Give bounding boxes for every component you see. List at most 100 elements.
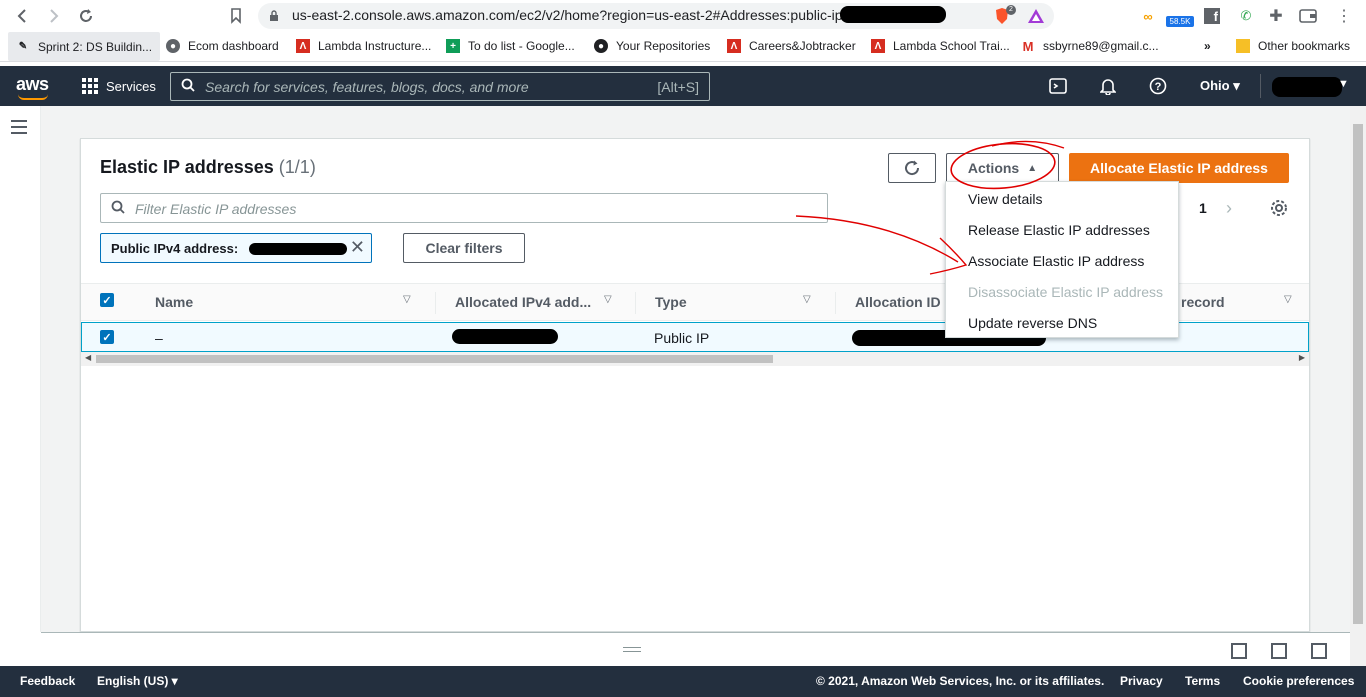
bookmark-sprint2[interactable]: ✎ Sprint 2: DS Buildin... — [8, 32, 161, 61]
bookmark-repositories[interactable]: ● Your Repositories — [594, 39, 710, 53]
ip-redaction — [452, 329, 558, 344]
close-icon[interactable]: ✕ — [350, 237, 365, 258]
item-count: (1/1) — [278, 157, 316, 177]
bookmark-careers[interactable]: Λ Careers&Jobtracker — [727, 39, 856, 53]
token-redaction — [249, 243, 347, 255]
column-name[interactable]: Name — [155, 294, 193, 310]
menu-item-associate[interactable]: Associate Elastic IP address — [968, 253, 1144, 269]
bookmark-lambda-school[interactable]: Λ Lambda School Trai... — [871, 39, 1010, 53]
token-label: Public IPv4 address: — [111, 241, 239, 256]
aws-smile-icon — [18, 94, 48, 100]
hamburger-menu-icon[interactable] — [11, 120, 27, 138]
lambda-icon: Λ — [296, 39, 310, 53]
split-panel-bar — [41, 632, 1350, 666]
select-all-checkbox[interactable]: ✓ — [100, 293, 114, 307]
infinity-ext-icon[interactable]: ∞ — [1138, 6, 1158, 26]
bookmark-gmail[interactable]: Mssbyrne89@gmail.c... — [1021, 38, 1159, 54]
column-reverse-dns-record[interactable]: record — [1181, 294, 1225, 310]
footer: Feedback English (US) ▾ © 2021, Amazon W… — [0, 666, 1366, 697]
lambda-icon: Λ — [727, 39, 741, 53]
search-icon — [111, 200, 125, 214]
more-bookmarks-icon[interactable]: » — [1204, 39, 1211, 53]
puzzle-icon[interactable]: ✚ — [1266, 6, 1286, 26]
clear-filters-button[interactable]: Clear filters — [403, 233, 525, 263]
back-icon[interactable] — [12, 6, 32, 26]
bookmark-lambda-instructure[interactable]: Λ Lambda Instructure... — [296, 39, 431, 53]
nav-divider — [1260, 74, 1261, 98]
filter-placeholder: Filter Elastic IP addresses — [135, 201, 297, 217]
forward-icon[interactable] — [44, 6, 64, 26]
help-icon[interactable]: ? — [1148, 76, 1168, 96]
column-allocation-id[interactable]: Allocation ID — [855, 294, 941, 310]
scroll-thumb[interactable] — [1353, 124, 1363, 624]
feedback-link[interactable]: Feedback — [20, 674, 75, 688]
allocate-elastic-ip-button[interactable]: Allocate Elastic IP address — [1069, 153, 1289, 183]
brave-rewards-icon[interactable] — [1026, 6, 1046, 26]
reload-icon[interactable] — [76, 6, 96, 26]
actions-button[interactable]: Actions ▲ — [946, 153, 1059, 183]
bookmarks-bar: ✎ Sprint 2: DS Buildin... ● Ecom dashboard… — [0, 32, 1366, 62]
sort-icon[interactable]: ▽ — [604, 294, 612, 305]
kebab-menu-icon[interactable]: ⋮ — [1334, 6, 1354, 26]
url-text: us-east-2.console.aws.amazon.com/ec2/v2/… — [292, 7, 851, 23]
search-icon — [181, 78, 195, 92]
menu-item-release[interactable]: Release Elastic IP addresses — [968, 222, 1150, 238]
sort-icon[interactable]: ▽ — [403, 294, 411, 305]
column-type[interactable]: Type — [655, 294, 687, 310]
drag-handle-icon[interactable] — [623, 647, 641, 655]
cookie-preferences-link[interactable]: Cookie preferences — [1243, 674, 1354, 688]
panel-bottom-icon[interactable] — [1231, 643, 1247, 659]
column-allocated-ipv4[interactable]: Allocated IPv4 add... — [455, 294, 591, 310]
services-menu[interactable]: Services — [82, 78, 156, 94]
refresh-button[interactable] — [888, 153, 936, 183]
brave-badge: 2 — [1006, 5, 1016, 15]
aws-search-input[interactable]: Search for services, features, blogs, do… — [170, 72, 710, 101]
phone-icon[interactable]: ✆ — [1236, 6, 1256, 26]
lock-icon — [264, 6, 284, 26]
lambda-icon: Λ — [871, 39, 885, 53]
gmail-icon: M — [1022, 38, 1034, 54]
globe-icon: ● — [166, 39, 180, 53]
terms-link[interactable]: Terms — [1185, 674, 1220, 688]
aws-top-nav: aws Services Search for services, featur… — [0, 66, 1366, 106]
bookmark-todo[interactable]: + To do list - Google... — [446, 39, 575, 53]
panel-side-icon[interactable] — [1271, 643, 1287, 659]
account-chevron-icon[interactable]: ▼ — [1338, 78, 1349, 90]
row-checkbox[interactable]: ✓ — [100, 330, 114, 344]
vertical-scrollbar[interactable] — [1350, 106, 1366, 666]
github-icon: ● — [594, 39, 608, 53]
copyright-text: © 2021, Amazon Web Services, Inc. or its… — [816, 674, 1105, 688]
bell-icon[interactable] — [1098, 76, 1118, 96]
page-number[interactable]: 1 — [1199, 200, 1207, 216]
scroll-thumb[interactable] — [96, 355, 773, 363]
region-selector[interactable]: Ohio ▾ — [1200, 78, 1240, 94]
search-shortcut: [Alt+S] — [657, 79, 699, 95]
language-selector[interactable]: English (US) ▾ — [97, 674, 178, 688]
facebook-icon[interactable]: f — [1202, 6, 1222, 26]
wallet-icon[interactable] — [1298, 6, 1318, 26]
settings-gear-icon[interactable] — [1270, 199, 1288, 217]
bookmark-icon[interactable] — [226, 6, 246, 26]
filter-input[interactable]: Filter Elastic IP addresses — [100, 193, 828, 223]
bookmark-ecom[interactable]: ● Ecom dashboard — [166, 39, 279, 53]
ext-badge: 58.5K — [1166, 16, 1194, 27]
bookmark-other[interactable]: Other bookmarks — [1236, 39, 1350, 53]
menu-item-update-reverse-dns[interactable]: Update reverse DNS — [968, 315, 1097, 331]
aws-logo[interactable]: aws — [16, 74, 49, 95]
menu-item-view-details[interactable]: View details — [968, 191, 1042, 207]
scroll-left-icon[interactable]: ◀ — [85, 353, 91, 362]
caret-up-icon: ▲ — [1027, 162, 1038, 174]
scroll-right-icon[interactable]: ▶ — [1299, 353, 1305, 362]
panel-hide-icon[interactable] — [1311, 643, 1327, 659]
privacy-link[interactable]: Privacy — [1120, 674, 1163, 688]
cloudshell-icon[interactable] — [1048, 76, 1068, 96]
column-divider — [835, 292, 836, 314]
sort-icon[interactable]: ▽ — [803, 294, 811, 305]
svg-text:?: ? — [1155, 81, 1162, 93]
sort-icon[interactable]: ▽ — [1284, 294, 1292, 305]
sheets-icon: + — [446, 39, 460, 53]
menu-item-disassociate: Disassociate Elastic IP address — [968, 284, 1164, 300]
cell-type: Public IP — [654, 330, 710, 346]
horizontal-scrollbar[interactable]: ◀ ▶ — [81, 352, 1309, 366]
next-page-icon[interactable]: › — [1226, 198, 1232, 219]
